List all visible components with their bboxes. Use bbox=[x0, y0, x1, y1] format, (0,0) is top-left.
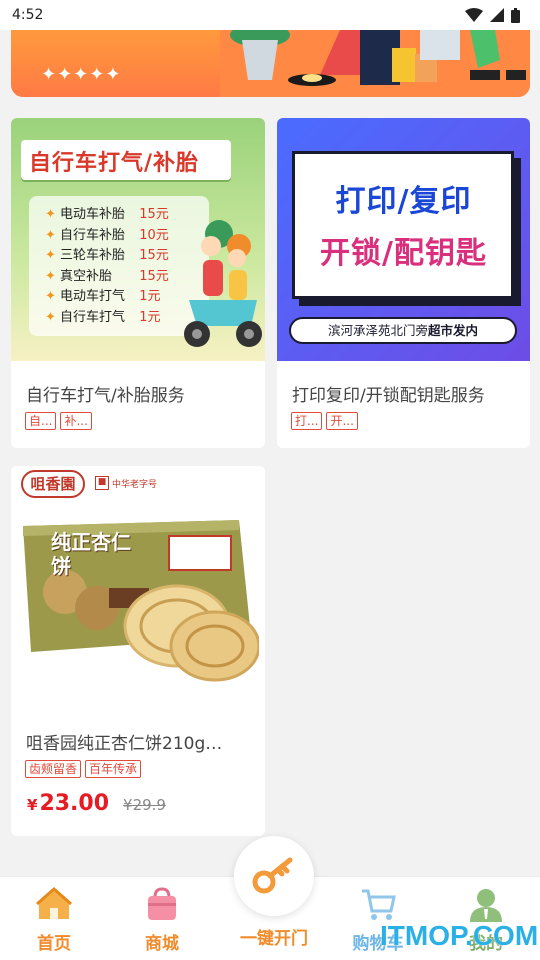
product-tag: 自... bbox=[25, 412, 57, 430]
product-image-bike-repair: 自行车打气/补胎 ✦ 电动车补胎 15元 ✦ 自行车补胎 10元 ✦ 三轮车补胎… bbox=[11, 118, 265, 361]
one-key-open-label[interactable]: 一键开门 bbox=[220, 924, 328, 949]
product-card-almond-cookie[interactable]: 咀香園 ■ 中华老字号 纯正杏仁饼 咀香园纯正杏仁饼210g… 齿颊留香 百年传… bbox=[11, 466, 265, 836]
scooter-illustration bbox=[184, 220, 262, 347]
wifi-icon bbox=[465, 8, 483, 22]
print-key-sign bbox=[292, 151, 514, 299]
price-list-item: ✦ 电动车打气 1元 bbox=[45, 289, 161, 304]
home-icon bbox=[36, 886, 72, 919]
promo-banner[interactable]: ✦✦✦✦✦ bbox=[11, 30, 530, 97]
brand-badge: ■ 中华老字号 bbox=[95, 476, 157, 490]
price-list: ✦ 电动车补胎 15元 ✦ 自行车补胎 10元 ✦ 三轮车补胎 15元 ✦ 真空… bbox=[45, 205, 169, 328]
product-card-print-key[interactable]: 打印/复印 开锁/配钥匙 滨河承泽苑北门旁超市发内 打印复印/开锁配钥匙服务 打… bbox=[277, 118, 530, 448]
tab-label: 首页 bbox=[37, 934, 71, 954]
status-time: 4:52 bbox=[12, 7, 44, 23]
status-icons bbox=[465, 7, 520, 23]
banner-stars: ✦✦✦✦✦ bbox=[41, 64, 122, 85]
footer-location-bold: 超市发内 bbox=[428, 323, 479, 338]
product-tag: 打... bbox=[291, 412, 323, 430]
footer-location: 滨河承泽苑北门旁 bbox=[327, 323, 428, 338]
tab-home[interactable]: 首页 bbox=[0, 877, 108, 960]
print-key-line2: 开锁/配钥匙 bbox=[320, 236, 487, 271]
tab-mall[interactable]: 商城 bbox=[108, 877, 216, 960]
product-card-bike-repair[interactable]: 自行车打气/补胎 ✦ 电动车补胎 15元 ✦ 自行车补胎 10元 ✦ 三轮车补胎… bbox=[11, 118, 265, 448]
banner-illustration bbox=[220, 30, 530, 97]
product-title: 自行车打气/补胎服务 bbox=[26, 386, 185, 406]
price-list-item: ✦ 电动车补胎 15元 bbox=[45, 207, 169, 222]
price-list-item: ✦ 自行车补胎 10元 bbox=[45, 227, 169, 243]
print-key-line1: 打印/复印 bbox=[335, 184, 472, 219]
original-price: ¥29.9 bbox=[123, 796, 166, 814]
brand-badge-text: 中华老字号 bbox=[112, 479, 158, 490]
product-tag: 补... bbox=[60, 412, 92, 430]
brand-badge-icon: ■ bbox=[95, 476, 109, 490]
current-price: ¥23.00 bbox=[27, 791, 109, 816]
product-tag: 百年传承 bbox=[85, 760, 142, 778]
product-tag: 开... bbox=[326, 412, 358, 430]
price-value: 23.00 bbox=[39, 791, 110, 816]
product-image-print-key: 打印/复印 开锁/配钥匙 滨河承泽苑北门旁超市发内 bbox=[277, 118, 530, 361]
box-text: 纯正杏仁饼 bbox=[51, 530, 131, 578]
brand-logo: 咀香園 bbox=[21, 470, 85, 498]
product-tags: 齿颊留香 百年传承 bbox=[25, 760, 142, 778]
shopping-bag-icon bbox=[148, 887, 176, 920]
price-list-item: ✦ 三轮车补胎 15元 bbox=[45, 248, 169, 263]
currency-symbol: ¥ bbox=[27, 796, 38, 814]
product-tags: 自... 补... bbox=[25, 412, 92, 430]
product-tags: 打... 开... bbox=[291, 412, 358, 430]
one-key-open-button[interactable] bbox=[234, 836, 314, 916]
price-list-item: ✦ 自行车打气 1元 bbox=[45, 309, 161, 325]
product-title: 打印复印/开锁配钥匙服务 bbox=[292, 386, 485, 406]
price-list-item: ✦ 真空补胎 15元 bbox=[45, 268, 169, 284]
product-image-almond-cookie: 咀香園 ■ 中华老字号 纯正杏仁饼 bbox=[11, 466, 265, 709]
print-key-footer: 滨河承泽苑北门旁超市发内 bbox=[289, 317, 517, 344]
watermark: ITMOP.COM bbox=[380, 920, 539, 951]
profile-icon bbox=[470, 889, 502, 922]
bike-heading: 自行车打气/补胎 bbox=[29, 151, 200, 176]
signal-icon bbox=[490, 8, 504, 22]
product-tag: 齿颊留香 bbox=[25, 760, 82, 778]
battery-icon bbox=[511, 7, 520, 23]
cart-icon bbox=[362, 889, 396, 920]
price-row: ¥23.00 ¥29.9 bbox=[27, 791, 166, 816]
status-bar: 4:52 bbox=[0, 0, 540, 30]
key-icon bbox=[252, 857, 293, 894]
product-title: 咀香园纯正杏仁饼210g… bbox=[26, 734, 223, 754]
tab-label: 商城 bbox=[145, 934, 179, 954]
